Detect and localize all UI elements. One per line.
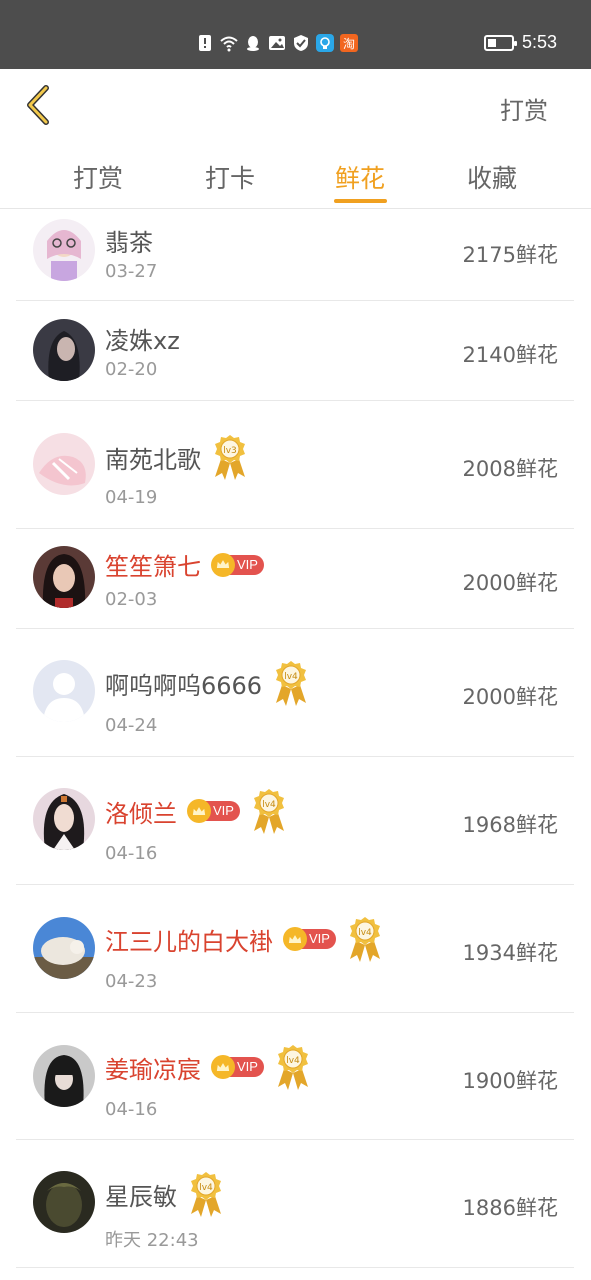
list-item[interactable]: 江三儿的白大褂 VIP lv4 04-23 1934鲜花 xyxy=(16,885,574,1013)
taobao-label: 淘 xyxy=(343,37,355,51)
name-line: 江三儿的白大褂 VIP lv4 xyxy=(105,915,384,963)
tab-bar: 打赏 打卡 鲜花 收藏 xyxy=(0,139,591,209)
level-medal-icon: lv4 xyxy=(187,1170,225,1218)
user-name[interactable]: 洛倾兰 xyxy=(105,794,177,829)
crown-icon xyxy=(187,799,211,823)
gift-date: 02-20 xyxy=(105,359,158,380)
level-medal-icon: lv4 xyxy=(272,659,310,707)
name-line: 凌姝xz xyxy=(105,321,180,356)
svg-text:lv4: lv4 xyxy=(286,1056,300,1066)
name-line: 翡茶 xyxy=(105,223,153,258)
gift-date: 04-19 xyxy=(105,487,158,508)
battery-icon xyxy=(483,34,517,51)
active-tab-indicator xyxy=(334,199,387,203)
avatar[interactable] xyxy=(33,1171,95,1233)
user-name[interactable]: 凌姝xz xyxy=(105,321,180,356)
list-item[interactable]: 洛倾兰 VIP lv4 04-16 1968鲜花 xyxy=(16,757,574,885)
status-bar: 淘 5:53 xyxy=(0,0,591,69)
user-name[interactable]: 江三儿的白大褂 xyxy=(105,922,273,957)
flower-amount: 2175鲜花 xyxy=(462,243,558,267)
crown-icon xyxy=(211,552,235,577)
avatar[interactable] xyxy=(33,660,95,722)
status-right: 5:53 xyxy=(483,32,557,53)
clock: 5:53 xyxy=(521,32,557,52)
name-line: 洛倾兰 VIP lv4 xyxy=(105,787,288,835)
gift-date: 04-23 xyxy=(105,971,158,992)
list-item[interactable]: 南苑北歌 lv3 04-19 2008鲜花 xyxy=(16,401,574,529)
level-medal-icon: lv4 xyxy=(274,1043,312,1091)
bulb-app-icon xyxy=(316,33,334,53)
gift-date: 04-16 xyxy=(105,1099,158,1120)
name-line: 笙笙箫七 VIP xyxy=(105,547,264,582)
flower-amount: 2000鲜花 xyxy=(462,571,558,595)
svg-text:lv4: lv4 xyxy=(262,800,276,810)
flower-amount: 1968鲜花 xyxy=(462,813,558,837)
svg-text:lv4: lv4 xyxy=(358,928,372,938)
tab-flowers[interactable]: 鲜花 xyxy=(320,159,400,195)
level-medal-icon: lv4 xyxy=(250,787,288,835)
list-item[interactable]: 笙笙箫七 VIP 02-03 2000鲜花 xyxy=(16,529,574,629)
svg-text:lv3: lv3 xyxy=(223,446,237,456)
vip-badge: VIP xyxy=(283,927,336,951)
wifi-icon xyxy=(220,33,238,53)
tab-reward[interactable]: 打赏 xyxy=(58,159,138,195)
name-line: 啊呜啊呜6666 lv4 xyxy=(105,659,310,707)
chevron-left-icon xyxy=(27,85,49,125)
list-item[interactable]: 啊呜啊呜6666 lv4 04-24 2000鲜花 xyxy=(16,629,574,757)
gift-date: 昨天 22:43 xyxy=(105,1230,199,1251)
avatar[interactable] xyxy=(33,917,95,979)
battery-level xyxy=(487,38,496,47)
level-medal-icon: lv4 xyxy=(346,915,384,963)
user-name[interactable]: 姜瑜凉宸 xyxy=(105,1050,201,1085)
avatar[interactable] xyxy=(33,546,95,608)
flower-amount: 1900鲜花 xyxy=(462,1069,558,1093)
flower-amount: 2008鲜花 xyxy=(462,457,558,481)
flower-amount: 1934鲜花 xyxy=(462,941,558,965)
user-name[interactable]: 翡茶 xyxy=(105,223,153,258)
user-name[interactable]: 笙笙箫七 xyxy=(105,547,201,582)
avatar[interactable] xyxy=(33,788,95,850)
gift-date: 02-03 xyxy=(105,589,158,610)
avatar[interactable] xyxy=(33,1045,95,1107)
qq-icon xyxy=(244,33,262,53)
sim-alert-icon xyxy=(196,33,214,53)
vip-badge: VIP xyxy=(211,552,264,577)
crown-icon xyxy=(283,927,307,951)
list-item[interactable]: 星辰敏 lv4 昨天 22:43 1886鲜花 xyxy=(16,1140,574,1268)
reward-action-button[interactable]: 打赏 xyxy=(500,91,548,126)
svg-text:lv4: lv4 xyxy=(284,672,298,682)
vip-badge: VIP xyxy=(211,1055,264,1079)
flower-amount: 1886鲜花 xyxy=(462,1196,558,1220)
user-name[interactable]: 南苑北歌 xyxy=(105,440,201,475)
list-item[interactable]: 姜瑜凉宸 VIP lv4 04-16 1900鲜花 xyxy=(16,1013,574,1140)
gift-date: 04-16 xyxy=(105,843,158,864)
list-item[interactable]: 凌姝xz 02-20 2140鲜花 xyxy=(16,301,574,401)
flower-amount: 2140鲜花 xyxy=(462,343,558,367)
tab-favorites[interactable]: 收藏 xyxy=(452,159,532,195)
vip-badge: VIP xyxy=(187,799,240,823)
avatar[interactable] xyxy=(33,219,95,281)
notification-icons: 淘 xyxy=(196,33,358,53)
gallery-icon xyxy=(268,33,286,53)
gift-date: 04-24 xyxy=(105,715,158,736)
taobao-icon: 淘 xyxy=(340,33,358,53)
name-line: 星辰敏 lv4 xyxy=(105,1170,225,1218)
app-header: 打赏 xyxy=(0,69,591,139)
level-medal-icon: lv3 xyxy=(211,433,249,481)
back-button[interactable] xyxy=(22,85,56,125)
flower-ranking-list: 翡茶 03-27 2175鲜花凌姝xz 02-20 2140鲜花南苑北歌 lv3 04-19… xyxy=(0,209,591,1268)
svg-text:lv4: lv4 xyxy=(199,1183,213,1193)
list-item[interactable]: 翡茶 03-27 2175鲜花 xyxy=(16,209,574,301)
name-line: 南苑北歌 lv3 xyxy=(105,433,249,481)
shield-icon xyxy=(292,33,310,53)
crown-icon xyxy=(211,1055,235,1079)
avatar[interactable] xyxy=(33,433,95,495)
flower-amount: 2000鲜花 xyxy=(462,685,558,709)
gift-date: 03-27 xyxy=(105,261,158,282)
avatar[interactable] xyxy=(33,319,95,381)
tab-checkin[interactable]: 打卡 xyxy=(190,159,270,195)
name-line: 姜瑜凉宸 VIP lv4 xyxy=(105,1043,312,1091)
user-name[interactable]: 星辰敏 xyxy=(105,1177,177,1212)
user-name[interactable]: 啊呜啊呜6666 xyxy=(105,666,262,701)
